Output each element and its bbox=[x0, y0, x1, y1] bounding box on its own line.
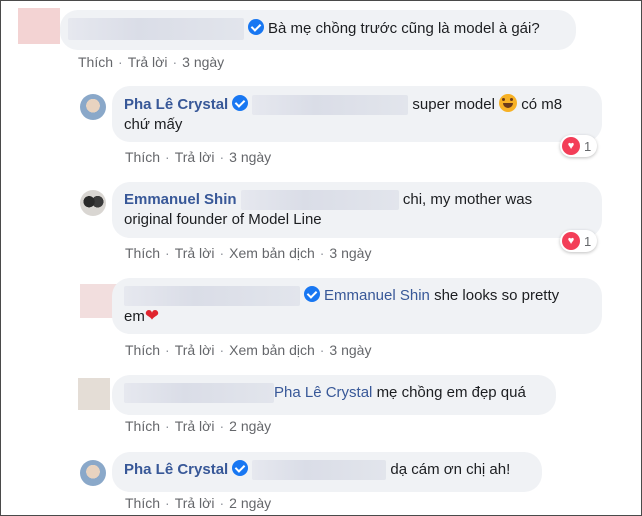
author-name[interactable]: Emmanuel Shin bbox=[124, 191, 237, 208]
avatar[interactable] bbox=[78, 378, 110, 410]
comment-bubble: Bà mẹ chồng trước cũng là model à gái? bbox=[60, 10, 576, 50]
timestamp[interactable]: 3 ngày bbox=[229, 149, 271, 165]
mention-link[interactable]: Emmanuel Shin bbox=[324, 287, 430, 304]
comment-bubble: Emmanuel Shin chi, my mother was origina… bbox=[112, 182, 602, 238]
like-link[interactable]: Thích bbox=[125, 149, 160, 165]
like-link[interactable]: Thích bbox=[125, 342, 160, 358]
like-link[interactable]: Thích bbox=[125, 245, 160, 261]
reply-link[interactable]: Trả lời bbox=[175, 245, 215, 261]
timestamp[interactable]: 3 ngày bbox=[329, 245, 371, 261]
mention-link[interactable]: Pha Lê Crystal bbox=[274, 384, 372, 401]
verified-icon bbox=[248, 18, 264, 35]
comment-bubble: Pha Lê Crystal super model có m8 chứ mấy bbox=[112, 86, 602, 142]
comment-bubble: Pha Lê Crystal dạ cám ơn chị ah! bbox=[112, 452, 542, 492]
comment-actions: Thích · Trả lời · 3 ngày bbox=[78, 54, 225, 70]
red-heart-icon: ❤ bbox=[144, 306, 160, 326]
avatar[interactable] bbox=[18, 8, 60, 44]
rolling-laughing-emoji bbox=[499, 94, 518, 112]
reply-link[interactable]: Trả lời bbox=[175, 149, 215, 165]
reply-link[interactable]: Trả lời bbox=[175, 495, 215, 511]
timestamp[interactable]: 3 ngày bbox=[329, 342, 371, 358]
comment-bubble: Pha Lê Crystal mẹ chồng em đẹp quá bbox=[112, 375, 556, 415]
comment-bubble: Emmanuel Shin she looks so pretty em❤ bbox=[112, 278, 602, 334]
comment-actions: Thích · Trả lời · 3 ngày bbox=[125, 149, 272, 165]
like-link[interactable]: Thích bbox=[125, 418, 160, 434]
heart-icon: ♥ bbox=[562, 137, 580, 155]
comment-text-after: có m8 bbox=[521, 96, 563, 113]
comment-text: mẹ chồng em đẹp quá bbox=[376, 384, 526, 401]
avatar[interactable] bbox=[80, 190, 106, 216]
verified-icon bbox=[232, 95, 249, 111]
blurred-name bbox=[68, 18, 244, 40]
blurred-name bbox=[124, 383, 274, 404]
comment-text: dạ cám ơn chị ah! bbox=[390, 461, 511, 478]
avatar[interactable] bbox=[80, 460, 106, 486]
timestamp[interactable]: 2 ngày bbox=[229, 418, 271, 434]
timestamp[interactable]: 3 ngày bbox=[182, 54, 224, 70]
comment-actions: Thích · Trả lời · 2 ngày bbox=[125, 495, 272, 511]
comment-text: chi, my mother was bbox=[402, 191, 533, 208]
like-link[interactable]: Thích bbox=[78, 54, 113, 70]
blurred-tag bbox=[252, 95, 409, 116]
translate-link[interactable]: Xem bản dịch bbox=[229, 342, 315, 358]
heart-icon: ♥ bbox=[562, 232, 580, 250]
blurred-name bbox=[124, 286, 300, 307]
reaction-count[interactable]: ♥ 1 bbox=[560, 230, 598, 252]
comment-text-line2: chứ mấy bbox=[124, 116, 183, 134]
comment-actions: Thích · Trả lời · 2 ngày bbox=[125, 418, 272, 434]
avatar[interactable] bbox=[80, 94, 106, 120]
comment-text: Bà mẹ chồng trước cũng là model à gái? bbox=[268, 19, 540, 37]
verified-icon bbox=[232, 460, 249, 476]
comment-text: super model bbox=[412, 96, 495, 113]
like-link[interactable]: Thích bbox=[125, 495, 160, 511]
blurred-tag bbox=[252, 460, 387, 481]
reaction-count[interactable]: ♥ 1 bbox=[560, 135, 598, 157]
reply-link[interactable]: Trả lời bbox=[175, 342, 215, 358]
author-name[interactable]: Pha Lê Crystal bbox=[124, 461, 228, 478]
comment-text-line2: original founder of Model Line bbox=[124, 211, 322, 229]
author-name[interactable]: Pha Lê Crystal bbox=[124, 96, 228, 113]
comment-actions: Thích · Trả lời · Xem bản dịch · 3 ngày bbox=[125, 245, 372, 261]
reply-link[interactable]: Trả lời bbox=[175, 418, 215, 434]
comment-text: she looks so pretty bbox=[434, 287, 560, 304]
translate-link[interactable]: Xem bản dịch bbox=[229, 245, 315, 261]
timestamp[interactable]: 2 ngày bbox=[229, 495, 271, 511]
comment-actions: Thích · Trả lời · Xem bản dịch · 3 ngày bbox=[125, 342, 372, 358]
blurred-tag bbox=[240, 190, 399, 211]
verified-icon bbox=[304, 286, 320, 302]
comment-text-line2: em bbox=[124, 308, 145, 326]
reply-link[interactable]: Trả lời bbox=[128, 54, 168, 70]
